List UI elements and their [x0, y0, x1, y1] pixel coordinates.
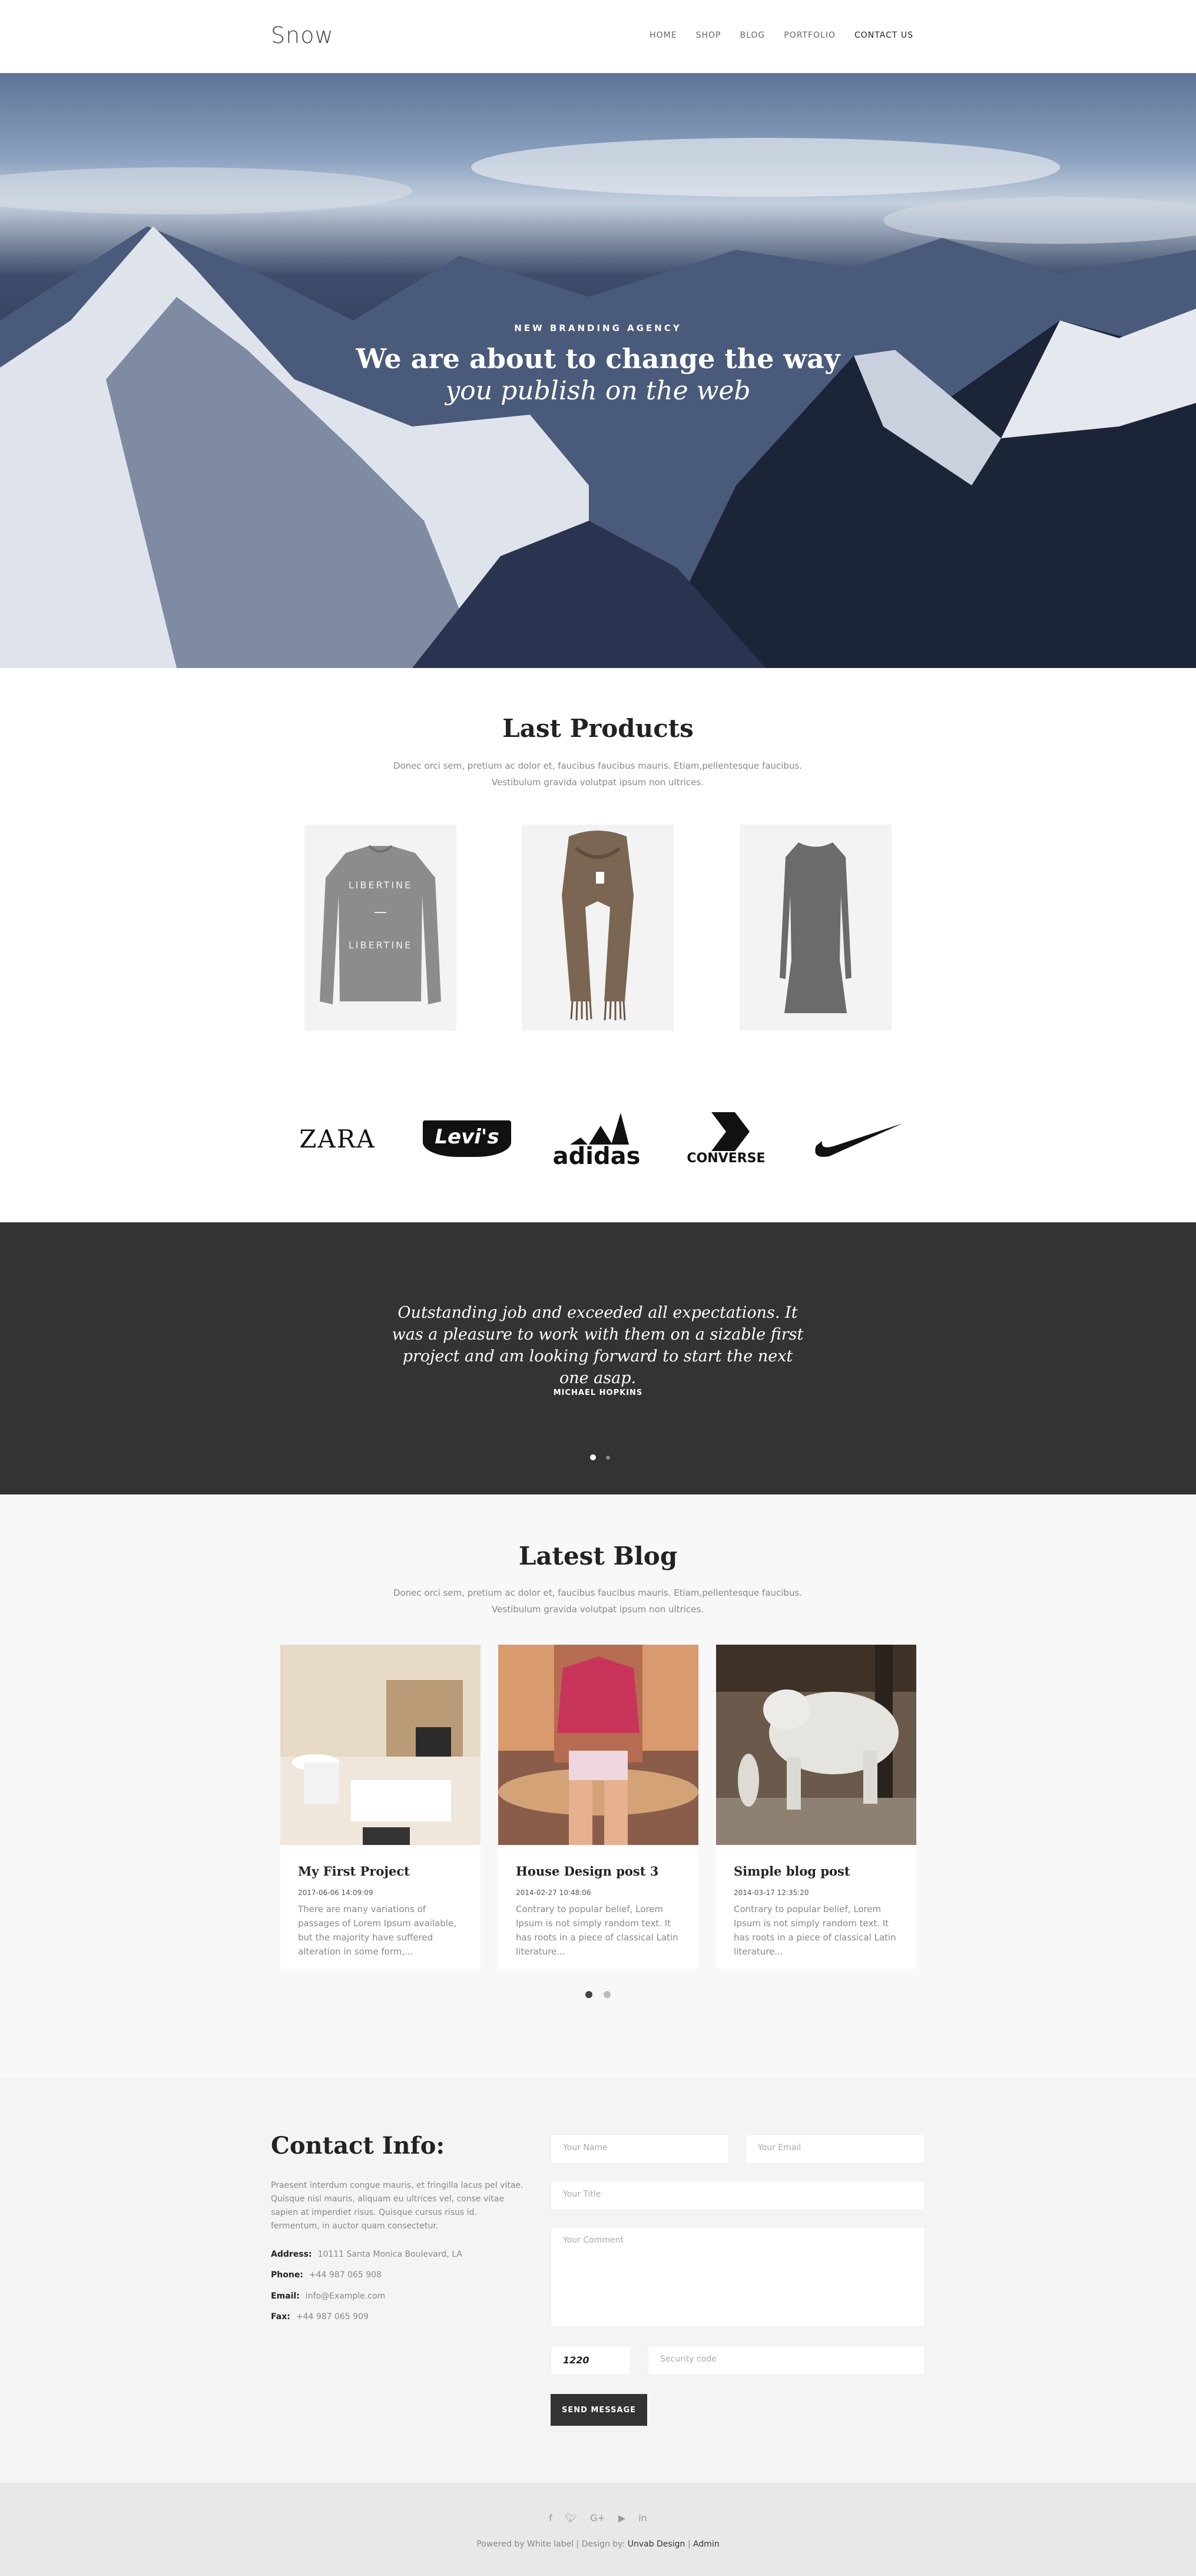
nav-shop[interactable]: SHOP [696, 31, 721, 40]
contact-address: Address: 10111 Santa Monica Boulevard, LA [271, 2250, 462, 2259]
blog-post-title[interactable]: Simple blog post [734, 1864, 850, 1879]
social-links: f 🐦︎ G+ ▶ in [0, 2512, 1196, 2524]
blog-post-date: 2014-02-27 10:48:06 [516, 1889, 591, 1897]
product-scarf[interactable] [522, 825, 674, 1031]
blog-card[interactable]: House Design post 3 2014-02-27 10:48:06 … [498, 1645, 698, 1969]
product-dress[interactable] [740, 825, 892, 1031]
blog-post-date: 2014-03-17 12:35:20 [734, 1889, 809, 1897]
blog-post-title[interactable]: My First Project [298, 1864, 410, 1879]
youtube-icon[interactable]: ▶ [618, 2512, 625, 2524]
linkedin-icon[interactable]: in [638, 2512, 647, 2524]
hero-title: We are about to change the way [356, 343, 840, 375]
hero-subtitle: you publish on the web [445, 376, 751, 406]
blog-post-date: 2017-06-06 14:09:09 [298, 1889, 373, 1897]
testimonial-dot-active[interactable] [590, 1454, 596, 1460]
main-nav: HOME SHOP BLOG PORTFOLIO CONTACT US [650, 31, 913, 40]
blog-post-title[interactable]: House Design post 3 [516, 1864, 658, 1879]
contact-email: Email: info@Example.com [271, 2291, 386, 2301]
products-title: Last Products [502, 714, 694, 743]
blog-image-sculpture[interactable] [716, 1645, 916, 1845]
testimonial-section: Outstanding job and exceeded all expecta… [0, 1222, 1196, 1494]
blog-title: Latest Blog [518, 1542, 678, 1570]
blog-section: Latest Blog Donec orci sem, pretium ac d… [0, 1494, 1196, 2078]
contact-section: Contact Info: Praesent interdum congue m… [0, 2078, 1196, 2483]
blog-post-excerpt: Contrary to popular belief, Lorem Ipsum … [516, 1904, 678, 1957]
facebook-icon[interactable]: f [549, 2512, 552, 2524]
blog-dot[interactable] [604, 1991, 611, 1998]
contact-phone: Phone: +44 987 065 908 [271, 2270, 382, 2280]
hero-kicker: NEW BRANDING AGENCY [514, 323, 682, 333]
security-code-input[interactable]: Security code [648, 2346, 925, 2375]
sweatshirt-image: LIBERTINE LIBERTINE [320, 845, 441, 1004]
brand-zara-logo[interactable]: ZARA [287, 1106, 387, 1171]
brand-levis-logo[interactable]: Levi's [417, 1106, 517, 1171]
hero-banner: NEW BRANDING AGENCY We are about to chan… [0, 73, 1196, 668]
google-plus-icon[interactable]: G+ [590, 2512, 605, 2524]
brand-adidas-logo[interactable]: adidas [546, 1106, 647, 1171]
blog-image-girl-backpack[interactable] [498, 1645, 698, 1845]
nav-home[interactable]: HOME [650, 31, 677, 40]
comment-textarea[interactable]: Your Comment [551, 2227, 925, 2327]
blog-card[interactable]: Simple blog post 2014-03-17 12:35:20 Con… [716, 1645, 916, 1969]
send-message-button[interactable]: SEND MESSAGE [551, 2394, 647, 2426]
blog-card[interactable]: My First Project 2017-06-06 14:09:09 The… [280, 1645, 481, 1969]
email-input[interactable]: Your Email [746, 2134, 925, 2164]
captcha-image: 1220 [551, 2346, 631, 2375]
site-header: Snow HOME SHOP BLOG PORTFOLIO CONTACT US [0, 0, 1196, 73]
nav-portfolio[interactable]: PORTFOLIO [784, 31, 836, 40]
site-logo[interactable]: Snow [271, 22, 334, 48]
brand-nike-logo[interactable] [806, 1106, 906, 1171]
contact-fax: Fax: +44 987 065 909 [271, 2312, 369, 2322]
nav-blog[interactable]: BLOG [740, 31, 765, 40]
testimonial-dot[interactable] [606, 1456, 610, 1460]
testimonial-quote: Outstanding job and exceeded all expecta… [392, 1304, 804, 1387]
name-input[interactable]: Your Name [551, 2134, 729, 2164]
blog-image-interior[interactable] [280, 1645, 481, 1845]
blog-post-excerpt: Contrary to popular belief, Lorem Ipsum … [734, 1904, 896, 1957]
twitter-icon[interactable]: 🐦︎ [565, 2512, 577, 2524]
blog-post-excerpt: There are many variations of passages of… [298, 1904, 456, 1957]
scarf-image [562, 831, 634, 1021]
sweatshirt-print-top: LIBERTINE [349, 879, 412, 891]
admin-link[interactable]: Admin [693, 2539, 720, 2549]
svg-text:★: ★ [710, 1123, 724, 1141]
blog-dot-active[interactable] [585, 1991, 592, 1998]
contact-title: Contact Info: [271, 2132, 445, 2160]
contact-text: Praesent interdum congue mauris, et frin… [271, 2181, 524, 2231]
nav-contact-us[interactable]: CONTACT US [854, 31, 913, 40]
site-footer: f 🐦︎ G+ ▶ in Powered by White label | De… [0, 2483, 1196, 2576]
sweatshirt-print-bottom: LIBERTINE [349, 940, 412, 951]
dress-image [780, 842, 852, 1013]
designer-link[interactable]: Unvab Design [628, 2539, 685, 2549]
title-input[interactable]: Your Title [551, 2181, 925, 2210]
brand-converse-logo[interactable]: ★ CONVERSE [676, 1106, 776, 1171]
testimonial-author: MICHAEL HOPKINS [553, 1388, 643, 1397]
nike-swoosh-icon [815, 1123, 903, 1157]
copyright: Powered by White label | Design by: Unva… [476, 2539, 720, 2549]
products-description: Donec orci sem, pretium ac dolor et, fau… [393, 760, 803, 788]
blog-description: Donec orci sem, pretium ac dolor et, fau… [393, 1588, 803, 1615]
product-sweatshirt[interactable]: LIBERTINE LIBERTINE [304, 825, 456, 1031]
